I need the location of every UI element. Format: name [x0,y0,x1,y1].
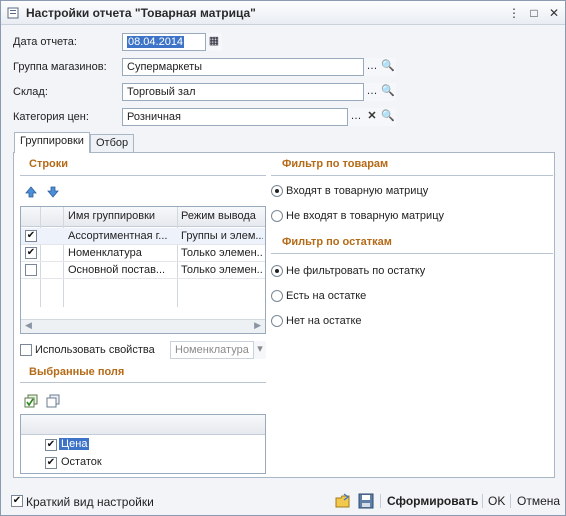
cancel-button[interactable]: Отмена [517,494,560,508]
radio-in-matrix[interactable] [271,185,283,197]
window-title: Настройки отчета "Товарная матрица" [26,6,256,20]
field-checkbox-stock[interactable]: ✔ [45,457,57,469]
table-row[interactable]: ✔ Номенклатура Только элемен... [21,245,265,262]
column-header-name[interactable]: Имя группировки [68,210,155,222]
maximize-icon[interactable]: □ [526,5,542,21]
title-bar: Настройки отчета "Товарная матрица" ⋮ □ … [1,1,565,25]
tab-groupings[interactable]: Группировки [14,132,90,153]
row-checkbox[interactable]: ✔ [25,230,37,242]
warehouse-field[interactable]: Торговый зал [122,83,364,101]
open-settings-icon[interactable] [335,493,351,509]
save-settings-icon[interactable] [358,493,374,509]
list-item[interactable]: Цена [59,438,90,450]
product-filter-title: Фильтр по товарам [282,158,389,170]
radio-not-in-matrix[interactable] [271,210,283,222]
close-icon[interactable]: ✕ [546,5,562,21]
table-row[interactable]: Основной постав... Только элемен... [21,262,265,279]
field-checkbox-price[interactable]: ✔ [45,439,57,451]
ok-button[interactable]: OK [488,494,505,508]
product-filter-divider [271,175,553,176]
table-header: Имя группировки Режим вывода [21,207,265,227]
use-properties-label: Использовать свойства [35,344,155,356]
footer-bar: ✔ Краткий вид настройки Сформировать OK … [1,488,565,516]
chevron-down-icon[interactable]: ▾ [254,341,266,359]
price-category-label: Категория цен: [13,111,89,123]
calendar-icon[interactable]: ▦ [206,33,222,51]
short-view-label: Краткий вид настройки [26,495,154,509]
horizontal-scrollbar[interactable]: ◀ ▶ [21,319,265,333]
document-icon [7,7,19,19]
row-checkbox[interactable]: ✔ [25,247,37,259]
rows-divider [20,175,266,176]
selected-fields-title: Выбранные поля [29,366,125,378]
scroll-right-icon[interactable]: ▶ [254,320,261,331]
date-label: Дата отчета: [13,36,77,48]
option-out-of-stock-label: Нет на остатке [286,315,362,327]
store-group-select-button[interactable]: … [364,58,380,76]
scroll-left-icon[interactable]: ◀ [25,320,32,331]
option-in-matrix-label: Входят в товарную матрицу [286,185,429,197]
generate-button[interactable]: Сформировать [387,494,478,508]
selected-fields-list: ✔ Цена ✔ Остаток [20,414,266,474]
radio-no-stock-filter[interactable] [271,265,283,277]
move-down-icon[interactable] [46,185,60,199]
warehouse-search-icon[interactable]: 🔍 [380,83,396,101]
date-field[interactable]: 08.04.2014 [122,33,206,51]
price-category-field[interactable]: Розничная [122,108,348,126]
move-up-icon[interactable] [24,185,38,199]
check-all-icon[interactable] [24,394,38,408]
groupings-table: Имя группировки Режим вывода ✔ Ассортиме… [20,206,266,334]
price-category-search-icon[interactable]: 🔍 [380,108,396,126]
price-category-select-button[interactable]: … [348,108,364,126]
option-no-stock-filter-label: Не фильтровать по остатку [286,265,426,277]
report-settings-window: Настройки отчета "Товарная матрица" ⋮ □ … [0,0,566,516]
list-item[interactable]: Остаток [61,456,102,468]
column-header-mode[interactable]: Режим вывода [181,210,256,222]
stock-filter-title: Фильтр по остаткам [282,236,392,248]
warehouse-select-button[interactable]: … [364,83,380,101]
option-not-in-matrix-label: Не входят в товарную матрицу [286,210,444,222]
rows-section-title: Строки [29,158,69,170]
store-group-search-icon[interactable]: 🔍 [380,58,396,76]
use-properties-select[interactable]: Номенклатура [170,341,254,359]
more-options-icon[interactable]: ⋮ [506,5,522,21]
uncheck-all-icon[interactable] [46,394,60,408]
warehouse-label: Склад: [13,86,48,98]
clear-icon[interactable]: ✕ [364,108,380,126]
store-group-field[interactable]: Супермаркеты [122,58,364,76]
short-view-checkbox[interactable]: ✔ [11,495,23,507]
stock-filter-divider [271,253,553,254]
table-row[interactable]: ✔ Ассортиментная г... Группы и элем... [21,228,265,245]
store-group-label: Группа магазинов: [13,61,107,73]
radio-in-stock[interactable] [271,290,283,302]
row-checkbox[interactable] [25,264,37,276]
selected-fields-divider [20,382,266,383]
option-in-stock-label: Есть на остатке [286,290,367,302]
radio-out-of-stock[interactable] [271,315,283,327]
use-properties-checkbox[interactable] [20,344,32,356]
tab-filter[interactable]: Отбор [90,134,135,152]
